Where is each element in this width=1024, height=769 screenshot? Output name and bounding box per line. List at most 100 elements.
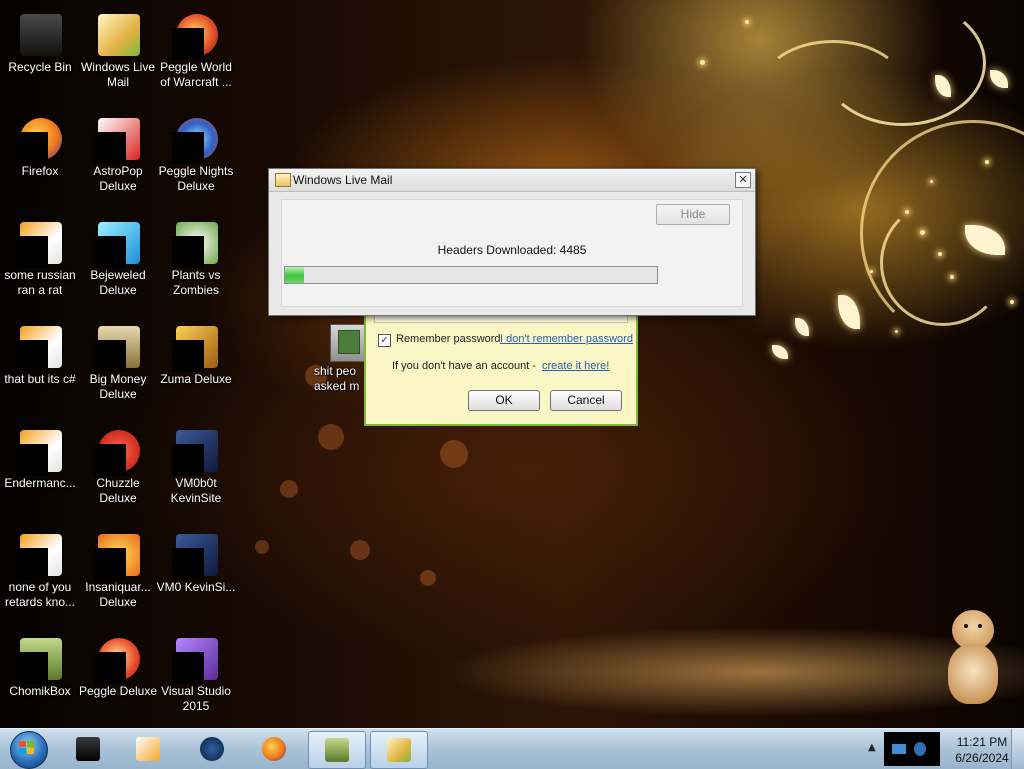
hide-button[interactable]: Hide xyxy=(656,204,730,225)
desktop-icon-big-money[interactable]: Big Money Deluxe xyxy=(78,320,158,416)
wallpaper-sparkle xyxy=(985,160,989,164)
desktop-icon-vm[interactable]: VM0b0t KevinSite xyxy=(156,424,236,520)
redaction-block xyxy=(172,340,204,372)
desktop-icon-label: Zuma Deluxe xyxy=(160,372,232,386)
desktop-icon-peggle[interactable]: Peggle Deluxe xyxy=(78,632,158,728)
download-progress-dialog: Windows Live Mail ✕ Hide Headers Downloa… xyxy=(268,168,756,316)
show-desktop-button[interactable] xyxy=(1011,729,1024,769)
desktop-icon-peggle-wow[interactable]: Peggle World of Warcraft ... xyxy=(156,8,236,104)
redaction-block xyxy=(16,340,48,372)
redaction-block xyxy=(16,548,48,580)
redaction-block xyxy=(172,652,204,684)
windows-live-mail-icon xyxy=(275,173,291,187)
network-icon[interactable] xyxy=(892,744,906,754)
remember-password-label: Remember password xyxy=(396,333,501,345)
desktop-icon-visual-studio[interactable]: Visual Studio 2015 xyxy=(156,632,236,728)
desktop-icon-label: that but its c# xyxy=(4,372,76,386)
desktop-icon-label: Visual Studio 2015 xyxy=(161,684,231,713)
desktop-icon-label: VM0 KevinSi... xyxy=(156,580,236,594)
dialog-title: Windows Live Mail xyxy=(293,173,393,187)
forgot-password-link[interactable]: I don't remember password xyxy=(500,333,633,345)
wallpaper-leaf xyxy=(772,345,788,359)
desktop-icon-insaniquarium[interactable]: Insaniquar... Deluxe xyxy=(78,528,158,624)
desktop-icon-label: none of you retards kno... xyxy=(4,580,76,609)
desktop-icon-chuzzle[interactable]: Chuzzle Deluxe xyxy=(78,424,158,520)
desktop-icon-label: Firefox xyxy=(21,164,59,178)
wallpaper-sparkle xyxy=(938,252,942,256)
windows-live-mail-icon xyxy=(387,738,411,762)
windows-logo-icon xyxy=(19,741,35,755)
redaction-block xyxy=(172,28,204,60)
desktop-icon-bejeweled[interactable]: Bejeweled Deluxe xyxy=(78,216,158,312)
bokeh-light xyxy=(350,540,370,560)
black-box-icon xyxy=(76,737,100,761)
desktop-icon-label: Peggle Deluxe xyxy=(78,684,158,698)
wallpaper-swirl xyxy=(880,200,1006,326)
cancel-button[interactable]: Cancel xyxy=(550,390,622,411)
chomikbox-icon xyxy=(325,738,349,762)
desktop-icon-label: Peggle Nights Deluxe xyxy=(158,164,234,193)
redaction-block xyxy=(16,444,48,476)
desktop-icon-firefox[interactable]: Firefox xyxy=(0,112,80,208)
desktop-icon-label: Plants vs Zombies xyxy=(171,268,221,297)
ok-button[interactable]: OK xyxy=(468,390,540,411)
desktop-icon-astropop[interactable]: AstroPop Deluxe xyxy=(78,112,158,208)
taskbar-app-6[interactable] xyxy=(370,731,428,769)
wallpaper-sparkle xyxy=(870,270,873,273)
desktop-icon-shortcut[interactable]: none of you retards kno... xyxy=(0,528,80,624)
desktop-icon-chomikbox[interactable]: ChomikBox xyxy=(0,632,80,728)
desktop-icon-windows-live-mail[interactable]: Windows Live Mail xyxy=(78,8,158,104)
remember-password-checkbox[interactable]: ✓ xyxy=(378,334,391,347)
desktop-icon-zuma[interactable]: Zuma Deluxe xyxy=(156,320,236,416)
desktop-icon-plants-vs-zombies[interactable]: Plants vs Zombies xyxy=(156,216,236,312)
wallpaper-leaf xyxy=(838,295,860,329)
desktop-icon-label: ChomikBox xyxy=(9,684,71,698)
close-button[interactable]: ✕ xyxy=(735,172,751,188)
bokeh-light xyxy=(420,570,436,586)
create-account-link[interactable]: create it here! xyxy=(542,360,609,372)
taskbar: ▲ 11:21 PM 6/26/2024 xyxy=(0,728,1024,769)
show-hidden-icons-chevron-icon[interactable]: ▲ xyxy=(868,742,876,753)
taskbar-app-4[interactable] xyxy=(246,731,302,767)
wallpaper-leaf xyxy=(795,318,809,336)
download-progress-bar xyxy=(284,266,658,284)
taskbar-app-3[interactable] xyxy=(184,731,240,767)
taskbar-app-2[interactable] xyxy=(120,731,176,767)
wallpaper-sparkle xyxy=(895,330,898,333)
desktop-icon-label: Windows Live Mail xyxy=(80,60,156,89)
taskbar-app-5[interactable] xyxy=(308,731,366,769)
wallpaper-sparkle xyxy=(950,275,954,279)
wallpaper-sparkle xyxy=(930,180,933,183)
redaction-block xyxy=(94,652,126,684)
desktop-icon-label: some russian ran a rat xyxy=(4,268,76,297)
desktop-icon-label: VM0b0t KevinSite xyxy=(170,476,222,505)
desktop-icon-label: Insaniquar... Deluxe xyxy=(85,580,151,609)
wallpaper-sparkle xyxy=(920,230,925,235)
redaction-block xyxy=(94,548,126,580)
clock-time[interactable]: 11:21 PM xyxy=(946,735,1018,749)
desktop-icon-recycle-bin[interactable]: Recycle Bin xyxy=(0,8,80,104)
desktop-icon-vm[interactable]: VM0 KevinSi... xyxy=(156,528,236,624)
account-prompt-text: If you don't have an account - xyxy=(392,360,536,372)
tray-icons[interactable] xyxy=(884,732,940,766)
wallpaper-leaf xyxy=(990,70,1008,88)
volume-icon[interactable] xyxy=(914,742,926,756)
redaction-block xyxy=(16,652,48,684)
redaction-block xyxy=(94,236,126,268)
bokeh-light xyxy=(255,540,269,554)
desktop-icon-label: Recycle Bin xyxy=(8,60,72,74)
wallpaper-sparkle xyxy=(700,60,705,65)
desktop-icon-shortcut[interactable]: Endermanc... xyxy=(0,424,80,520)
desktop-icon-peggle-nights[interactable]: Peggle Nights Deluxe xyxy=(156,112,236,208)
hamster-desktop-gadget[interactable] xyxy=(944,610,1002,706)
dialog-titlebar[interactable]: Windows Live Mail ✕ xyxy=(269,169,755,192)
desktop-icon-label: Bejeweled Deluxe xyxy=(90,268,146,297)
taskbar-app-1[interactable] xyxy=(60,731,116,767)
desktop-icon-shortcut[interactable]: some russian ran a rat xyxy=(0,216,80,312)
start-button[interactable] xyxy=(4,729,50,769)
wallpaper-sparkle xyxy=(905,210,909,214)
bokeh-light xyxy=(280,480,298,498)
bokeh-light xyxy=(440,440,468,468)
clock-date[interactable]: 6/26/2024 xyxy=(946,751,1018,765)
desktop-icon-shortcut[interactable]: that but its c# xyxy=(0,320,80,416)
